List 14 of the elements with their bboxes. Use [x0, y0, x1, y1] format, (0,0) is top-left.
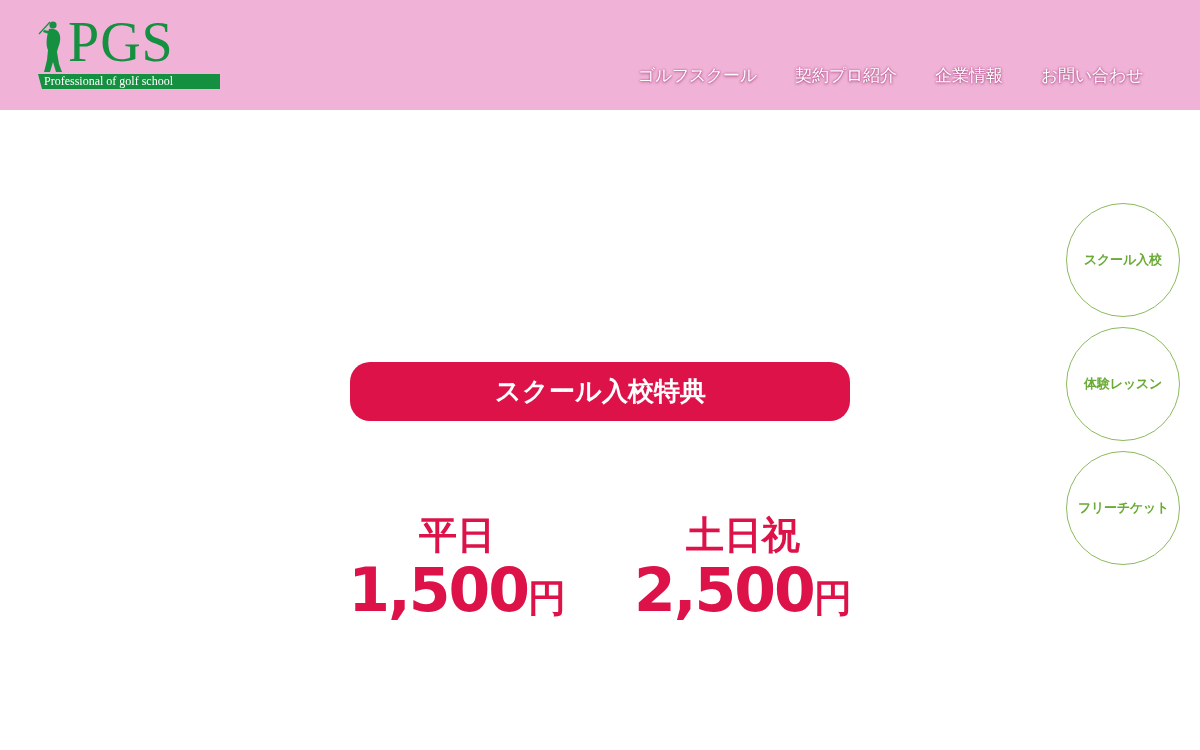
- nav-link[interactable]: ゴルフスクール: [638, 64, 757, 86]
- nav-link[interactable]: 企業情報: [935, 64, 1003, 86]
- side-menu-button[interactable]: スクール入校: [1066, 203, 1180, 317]
- side-menu-button[interactable]: 体験レッスン: [1066, 327, 1180, 441]
- nav-link[interactable]: 契約プロ紹介: [795, 64, 897, 86]
- price-day-label: 土日祝: [684, 513, 801, 557]
- price-amount: 2,500円: [634, 557, 852, 627]
- logo-title[interactable]: PGS: [68, 20, 174, 64]
- price-day-label: 平日: [418, 513, 497, 557]
- side-menu-button[interactable]: フリーチケット: [1066, 451, 1180, 565]
- nav-link[interactable]: お問い合わせ: [1041, 64, 1143, 86]
- price-amount: 1,500円: [348, 557, 566, 627]
- logo-tagline: Professional of golf school: [38, 74, 220, 89]
- benefit-heading-button[interactable]: スクール入校特典: [350, 362, 850, 421]
